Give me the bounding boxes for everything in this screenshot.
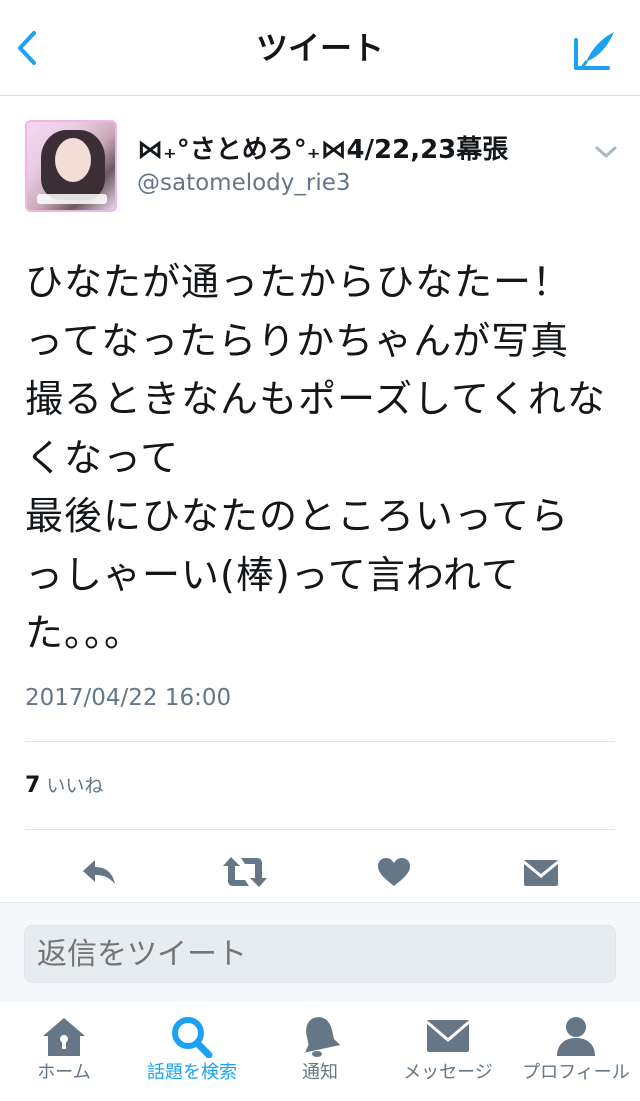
tab-messages[interactable]: メッセージ [384,1010,512,1100]
tweet-options-button[interactable] [591,140,621,164]
tweet-text-line: っしゃーい(棒)って言われて [25,552,520,597]
tab-label: ホーム [37,1062,91,1083]
divider [25,829,615,830]
avatar[interactable] [25,120,117,212]
tweet-text-line: ひなたが通ったからひなたー！ [25,260,572,304]
page-title: ツイート [255,29,384,67]
divider [25,741,615,742]
person-icon [557,1017,595,1056]
tab-label: 通知 [302,1062,338,1083]
reply-input[interactable] [24,925,616,983]
direct-message-button[interactable] [516,850,566,894]
tweet-text-line: くなって [25,435,180,480]
heart-icon [378,858,410,886]
likes-label: いいね [46,775,104,797]
tweet-timestamp: 2017/04/22 16:00 [25,685,232,711]
reply-icon [83,860,115,884]
tab-profile[interactable]: プロフィール [512,1010,640,1100]
like-button[interactable] [369,850,419,894]
retweet-icon [223,857,267,887]
avatar-caption [37,194,107,204]
tweet-text-line: 最後にひなたのところいってら [25,494,570,538]
tweet-text-line: ってなったらりかちゃんが写真 [25,318,570,363]
tweet-text: ひなたが通ったからひなたー！ ってなったらりかちゃんが写真 撮るときなんもポーズ… [25,253,625,663]
home-icon [43,1018,85,1056]
compose-icon [574,32,614,70]
likes-number: 7 [25,773,41,798]
retweet-button[interactable] [220,850,270,894]
likes-count[interactable]: 7 いいね [25,772,103,800]
avatar-face [55,138,91,182]
compose-tweet-button[interactable] [572,28,618,72]
tweet-text-line: 撮るときなんもポーズしてくれな [25,377,606,421]
tab-label: 話題を検索 [147,1062,237,1083]
tab-search[interactable]: 話題を検索 [128,1010,256,1100]
tab-label: プロフィール [522,1062,630,1083]
tab-label: メッセージ [403,1062,493,1083]
envelope-icon [426,1020,470,1052]
tab-notifications[interactable]: 通知 [256,1010,384,1100]
envelope-icon [523,860,559,886]
bell-icon [305,1017,341,1057]
tweet-text-line: た。。。 [25,611,144,655]
reply-button[interactable] [74,850,124,894]
tab-home[interactable]: ホーム [0,1010,128,1100]
chevron-down-icon [595,146,617,158]
user-handle[interactable]: @satomelody_rie3 [137,168,351,198]
display-name[interactable]: ⋈₊°さとめろ°₊⋈4/22,23幕張 [137,133,508,167]
search-icon [172,1017,213,1058]
